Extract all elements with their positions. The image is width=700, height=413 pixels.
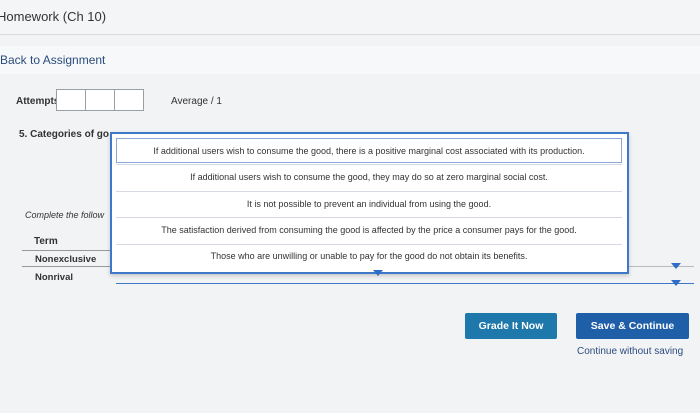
question-instructions: Complete the follow bbox=[25, 210, 105, 220]
attempt-box bbox=[114, 89, 144, 111]
attempts-label: Attempts bbox=[16, 96, 60, 107]
attempt-box bbox=[56, 89, 86, 111]
top-bar: Homework (Ch 10) bbox=[0, 0, 700, 35]
row-divider bbox=[22, 266, 115, 267]
chevron-down-icon[interactable] bbox=[671, 280, 681, 286]
header-divider bbox=[22, 250, 115, 251]
dropdown-option[interactable]: If additional users wish to consume the … bbox=[116, 138, 622, 163]
dropdown-option[interactable]: If additional users wish to consume the … bbox=[116, 165, 622, 190]
continue-without-saving-link[interactable]: Continue without saving bbox=[577, 346, 683, 357]
dropdown-option[interactable]: It is not possible to prevent an individ… bbox=[116, 192, 622, 217]
grade-it-now-button[interactable]: Grade It Now bbox=[465, 313, 557, 339]
answer-dropdown-menu: If additional users wish to consume the … bbox=[110, 132, 629, 276]
nonrival-answer-select[interactable] bbox=[116, 283, 694, 284]
attempt-box bbox=[85, 89, 115, 111]
chevron-down-icon[interactable] bbox=[671, 263, 681, 269]
save-and-continue-button[interactable]: Save & Continue bbox=[576, 313, 689, 339]
chevron-down-icon bbox=[373, 270, 383, 276]
term-nonexclusive: Nonexclusive bbox=[35, 254, 97, 265]
page-title: Homework (Ch 10) bbox=[0, 9, 107, 24]
attempts-indicator bbox=[56, 89, 144, 111]
average-score: Average / 1 bbox=[171, 96, 222, 107]
back-to-assignment-link[interactable]: Back to Assignment bbox=[0, 53, 105, 67]
dropdown-option[interactable]: The satisfaction derived from consuming … bbox=[116, 218, 622, 243]
question-title: 5. Categories of go bbox=[19, 129, 110, 140]
term-nonrival: Nonrival bbox=[35, 272, 74, 283]
dropdown-option[interactable]: Those who are unwilling or unable to pay… bbox=[116, 244, 622, 269]
term-column-header: Term bbox=[34, 236, 58, 247]
